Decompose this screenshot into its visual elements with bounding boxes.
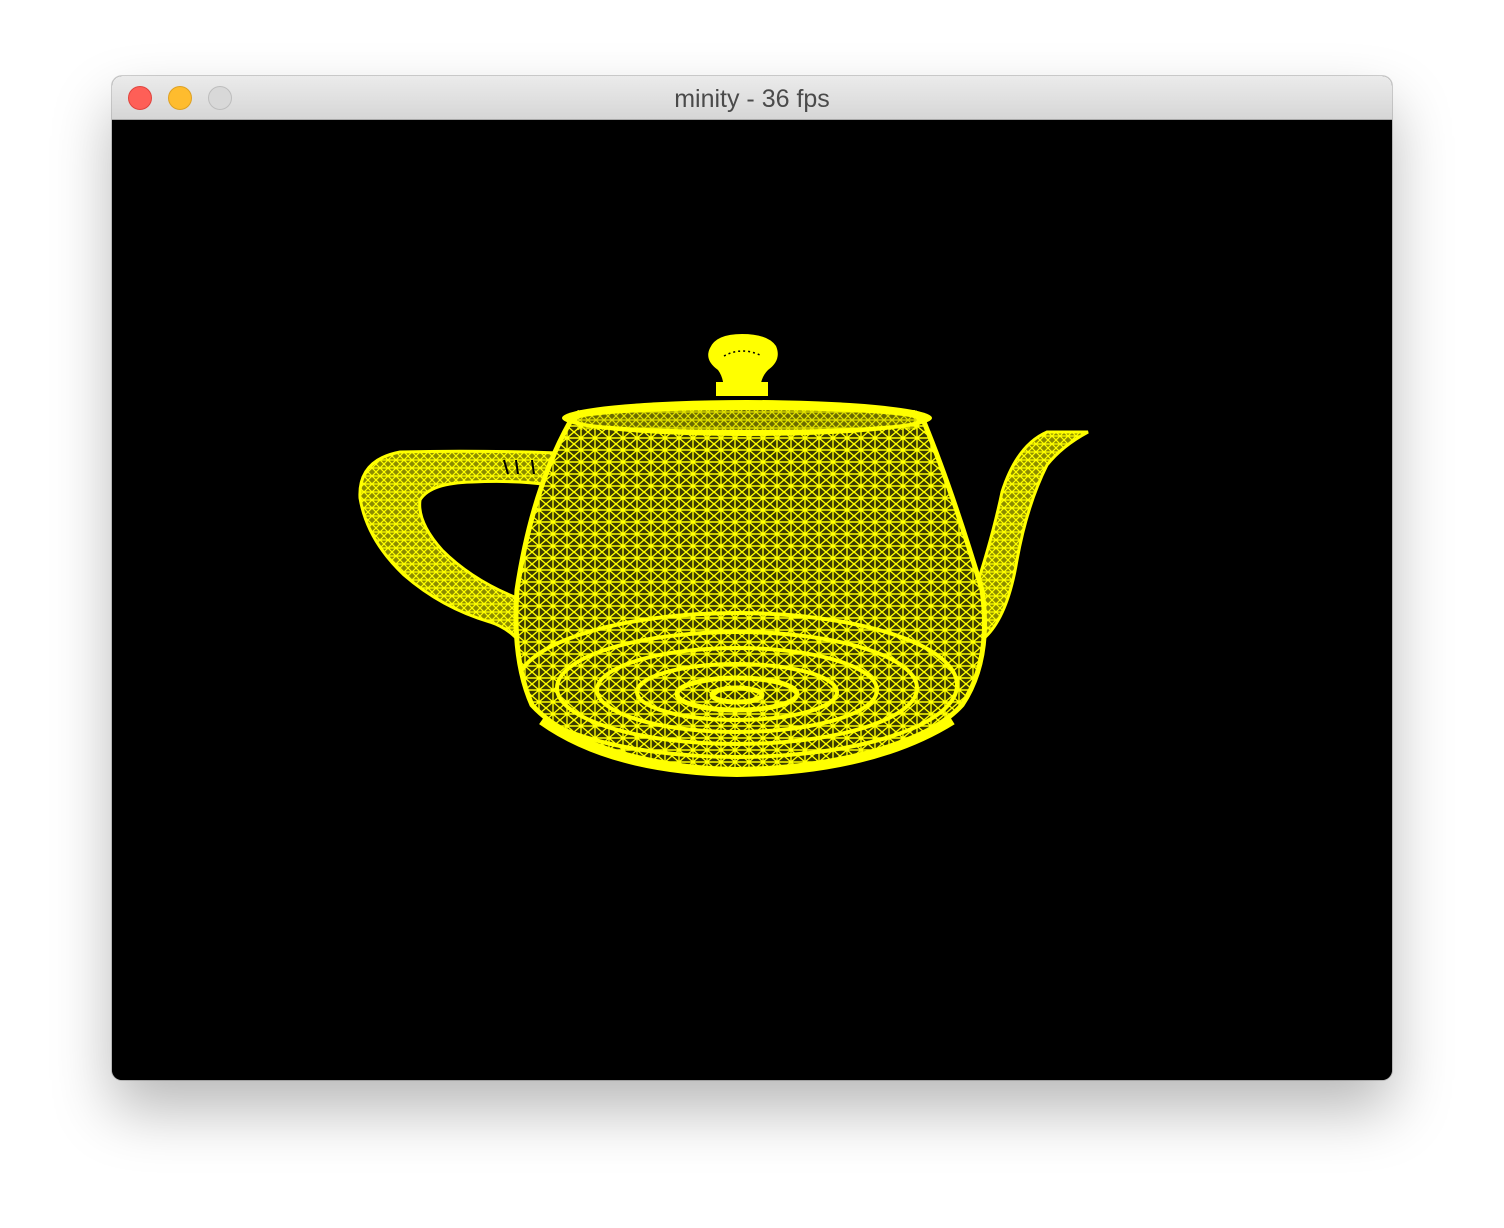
app-window: minity - 36 fps [112, 76, 1392, 1080]
render-viewport[interactable] [112, 120, 1392, 1080]
window-title: minity - 36 fps [674, 85, 830, 113]
title-bar[interactable]: minity - 36 fps [112, 76, 1392, 120]
teapot-body [513, 410, 987, 778]
teapot-wireframe [358, 334, 1089, 778]
teapot-lid [562, 334, 932, 436]
